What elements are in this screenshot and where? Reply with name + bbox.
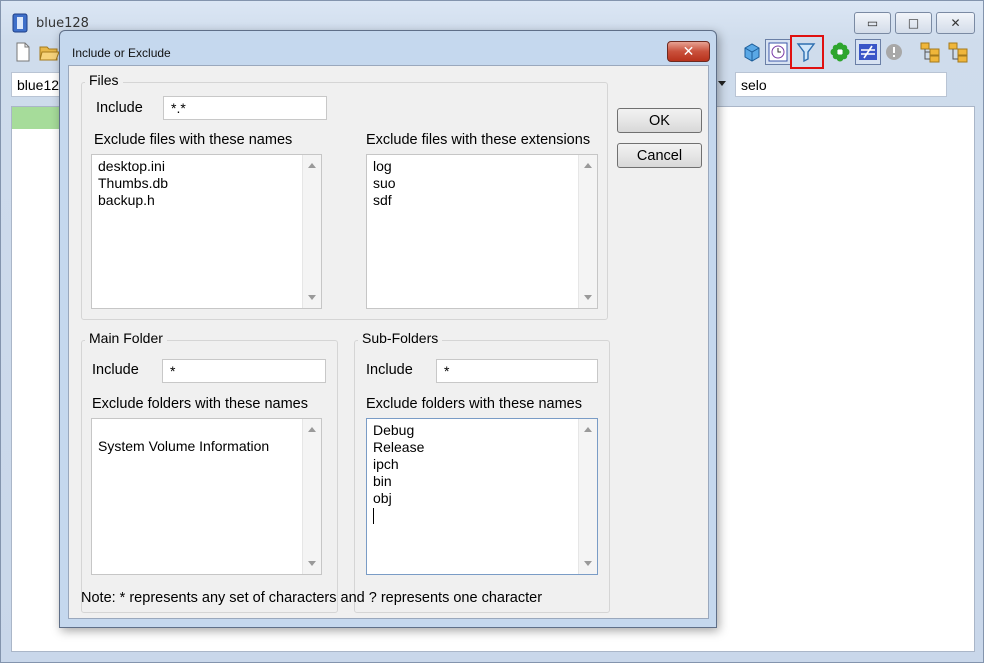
flower-icon <box>830 42 850 62</box>
scroll-up-icon[interactable] <box>308 427 316 432</box>
not-equal-button[interactable] <box>855 39 881 65</box>
cube-button[interactable] <box>739 39 765 65</box>
help-note: Note: * represents any set of characters… <box>81 590 543 606</box>
folder-tree-icon <box>920 42 940 63</box>
list-item[interactable]: sdf <box>373 192 396 209</box>
exclude-extensions-label: Exclude files with these extensions <box>366 132 591 148</box>
flower-button[interactable] <box>827 39 853 65</box>
combo-dropdown-icon[interactable] <box>718 81 726 86</box>
scrollbar[interactable] <box>578 155 597 308</box>
files-include-field[interactable]: *.* <box>163 96 327 120</box>
scroll-up-icon[interactable] <box>584 427 592 432</box>
clock-button[interactable] <box>765 39 791 65</box>
ok-button[interactable]: OK <box>617 108 702 133</box>
filter-highlight <box>790 35 824 69</box>
dialog-title: Include or Exclude <box>72 46 171 60</box>
scroll-up-icon[interactable] <box>308 163 316 168</box>
scroll-down-icon[interactable] <box>584 295 592 300</box>
list-item[interactable]: bin <box>373 473 424 490</box>
folder-tree-button[interactable] <box>917 39 943 65</box>
sub-folders-group-label: Sub-Folders <box>358 330 443 346</box>
folder-tree-alt-icon <box>948 42 968 63</box>
list-item[interactable]: backup.h <box>98 192 168 209</box>
new-file-button[interactable] <box>10 39 36 65</box>
info-button[interactable] <box>881 39 907 65</box>
close-icon: ✕ <box>950 16 961 30</box>
files-include-label: Include <box>96 100 143 116</box>
scroll-up-icon[interactable] <box>584 163 592 168</box>
sub-folders-exclude-label: Exclude folders with these names <box>366 396 582 412</box>
window-title: blue128 <box>36 16 89 31</box>
list-item[interactable]: System Volume Information <box>98 438 269 455</box>
include-exclude-dialog: Include or Exclude ✕ Files Include *.* E… <box>59 30 717 628</box>
main-folder-include-label: Include <box>92 362 139 378</box>
maximize-icon: □ <box>907 16 920 30</box>
exclude-extensions-list[interactable]: log suo sdf <box>366 154 598 309</box>
folder-tree-alt-button[interactable] <box>945 39 971 65</box>
maximize-button[interactable]: □ <box>895 12 932 34</box>
main-folder-group-label: Main Folder <box>85 330 167 346</box>
sub-folders-exclude-list[interactable]: Debug Release ipch bin obj <box>366 418 598 575</box>
dialog-close-button[interactable]: ✕ <box>667 41 710 62</box>
cancel-button[interactable]: Cancel <box>617 143 702 168</box>
list-item[interactable]: desktop.ini <box>98 158 168 175</box>
info-disabled-icon <box>886 44 902 60</box>
scroll-down-icon[interactable] <box>308 561 316 566</box>
not-equal-icon <box>859 44 877 60</box>
main-folder-include-field[interactable]: * <box>162 359 326 383</box>
list-item[interactable]: ipch <box>373 456 424 473</box>
sub-folders-include-field[interactable]: * <box>436 359 598 383</box>
text-caret <box>373 508 374 525</box>
scroll-down-icon[interactable] <box>308 295 316 300</box>
clock-icon <box>768 42 788 62</box>
scroll-down-icon[interactable] <box>584 561 592 566</box>
dialog-body: Files Include *.* Exclude files with the… <box>68 65 709 619</box>
new-file-icon <box>16 42 30 62</box>
scrollbar[interactable] <box>578 419 597 574</box>
list-item[interactable]: log <box>373 158 396 175</box>
list-item[interactable]: Release <box>373 439 424 456</box>
exclude-names-list[interactable]: desktop.ini Thumbs.db backup.h <box>91 154 322 309</box>
list-item[interactable]: suo <box>373 175 396 192</box>
list-item[interactable]: Thumbs.db <box>98 175 168 192</box>
close-button[interactable]: ✕ <box>936 12 975 34</box>
open-folder-icon <box>39 46 60 61</box>
selected-row-highlight <box>12 107 62 129</box>
files-group-label: Files <box>85 72 123 88</box>
minimize-button[interactable]: ▭ <box>854 12 891 34</box>
scrollbar[interactable] <box>302 155 321 308</box>
main-folder-exclude-list[interactable]: System Volume Information <box>91 418 322 575</box>
exclude-names-label: Exclude files with these names <box>94 132 293 148</box>
list-item[interactable]: Debug <box>373 422 424 439</box>
minimize-icon: ▭ <box>866 16 879 30</box>
list-item[interactable]: obj <box>373 490 424 507</box>
cube-icon <box>744 43 760 62</box>
close-icon: ✕ <box>682 43 695 60</box>
scrollbar[interactable] <box>302 419 321 574</box>
search-field[interactable]: selo <box>735 72 947 97</box>
sub-folders-include-label: Include <box>366 362 413 378</box>
main-folder-exclude-label: Exclude folders with these names <box>92 396 308 412</box>
app-icon <box>12 13 28 33</box>
